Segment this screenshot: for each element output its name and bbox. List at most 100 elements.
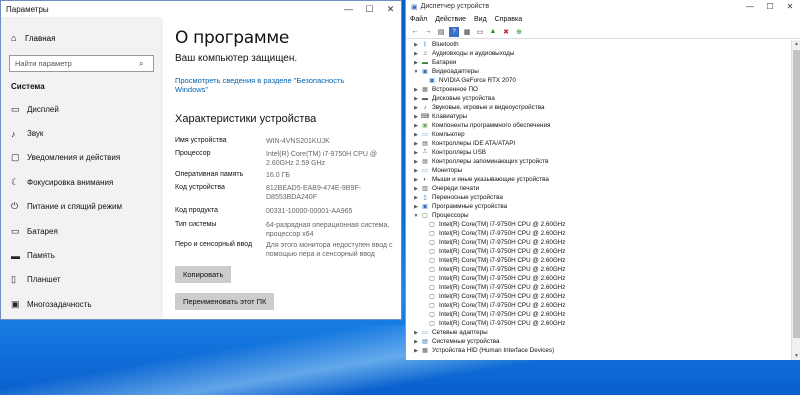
chevron-right-icon[interactable]: ▶ — [411, 132, 421, 138]
chevron-right-icon[interactable]: ▶ — [411, 330, 421, 336]
tree-category[interactable]: ▼ ▢ Процессоры — [406, 211, 800, 220]
close-button[interactable]: ✕ — [380, 1, 401, 17]
update-driver-icon[interactable]: ▲ — [488, 27, 498, 37]
minimize-button[interactable]: — — [338, 1, 359, 17]
scroll-up-icon[interactable]: ▲ — [792, 41, 800, 47]
chevron-right-icon[interactable]: ▶ — [411, 150, 421, 156]
sidebar-item[interactable]: ▭ Дисплей — [1, 97, 163, 121]
chevron-down-icon[interactable]: ▼ — [411, 213, 421, 219]
close-button[interactable]: ✕ — [780, 2, 800, 11]
chevron-right-icon[interactable]: ▶ — [411, 348, 421, 354]
tree-category[interactable]: ▶ ▬ Дисковые устройства — [406, 94, 800, 103]
tree-device[interactable]: ▢ Intel(R) Core(TM) i7-9750H CPU @ 2.60GH… — [406, 229, 800, 238]
tree-device[interactable]: ▢ Intel(R) Core(TM) i7-9750H CPU @ 2.60GH… — [406, 256, 800, 265]
scroll-down-icon[interactable]: ▼ — [792, 353, 800, 359]
chevron-right-icon[interactable]: ▶ — [411, 114, 421, 120]
menu-help[interactable]: Справка — [495, 16, 522, 23]
chevron-right-icon[interactable]: ▶ — [411, 60, 421, 66]
scroll-thumb[interactable] — [793, 50, 800, 338]
maximize-button[interactable]: ☐ — [359, 1, 380, 17]
monitor-icon: ▭ — [422, 168, 428, 174]
tree-category[interactable]: ▶ ▤ Контроллеры запоминающих устройств — [406, 157, 800, 166]
tree-device[interactable]: ▢ Intel(R) Core(TM) i7-9750H CPU @ 2.60GH… — [406, 283, 800, 292]
forward-icon[interactable]: → — [423, 27, 433, 37]
tree-category[interactable]: ▶ ▬ Батареи — [406, 58, 800, 67]
tree-category[interactable]: ▶ ▤ Контроллеры IDE ATA/ATAPI — [406, 139, 800, 148]
sidebar-item[interactable]: ▯ Планшет — [1, 268, 163, 292]
tree-category[interactable]: ▶ ▦ Встроенное ПО — [406, 85, 800, 94]
tree-device[interactable]: ▢ Intel(R) Core(TM) i7-9750H CPU @ 2.60GH… — [406, 310, 800, 319]
security-link[interactable]: Просмотреть сведения в разделе "Безопасн… — [175, 76, 375, 94]
sidebar-item[interactable]: ▢ Уведомления и действия — [1, 146, 163, 170]
menu-view[interactable]: Вид — [474, 16, 487, 23]
tree-device[interactable]: ▢ Intel(R) Core(TM) i7-9750H CPU @ 2.60GH… — [406, 247, 800, 256]
scan-icon[interactable]: ▦ — [462, 27, 472, 37]
chevron-right-icon[interactable]: ▶ — [411, 42, 421, 48]
chevron-right-icon[interactable]: ▶ — [411, 96, 421, 102]
chevron-right-icon[interactable]: ▶ — [411, 177, 421, 183]
tree-category[interactable]: ▶ ◐ Мыши и иные указывающие устройства — [406, 175, 800, 184]
tree-device[interactable]: ▢ Intel(R) Core(TM) i7-9750H CPU @ 2.60GH… — [406, 220, 800, 229]
tree-device[interactable]: ▣ NVIDIA GeForce RTX 2070 — [406, 76, 800, 85]
tree-label: Intel(R) Core(TM) i7-9750H CPU @ 2.60GHz — [439, 320, 566, 327]
tree-category[interactable]: ▶ ▤ Системные устройства — [406, 337, 800, 346]
tree-device[interactable]: ▢ Intel(R) Core(TM) i7-9750H CPU @ 2.60GH… — [406, 274, 800, 283]
chevron-right-icon[interactable]: ▶ — [411, 195, 421, 201]
tree-device[interactable]: ▢ Intel(R) Core(TM) i7-9750H CPU @ 2.60GH… — [406, 292, 800, 301]
tree-category[interactable]: ▶ ▥ Очереди печати — [406, 184, 800, 193]
chevron-right-icon[interactable]: ▶ — [411, 51, 421, 57]
tree-category[interactable]: ▼ ▣ Видеоадаптеры — [406, 67, 800, 76]
tree-category[interactable]: ▶ ▦ Устройства HID (Human Interface Device… — [406, 346, 800, 355]
back-icon[interactable]: ← — [410, 27, 420, 37]
help-icon[interactable]: ? — [449, 26, 459, 37]
sidebar-item[interactable]: ▣ Многозадачность — [1, 292, 163, 316]
properties-icon[interactable]: ▤ — [436, 27, 446, 37]
tree-category[interactable]: ▶ ᛒ Bluetooth — [406, 40, 800, 49]
tree-label: Intel(R) Core(TM) i7-9750H CPU @ 2.60GHz — [439, 257, 566, 264]
tree-device[interactable]: ▢ Intel(R) Core(TM) i7-9750H CPU @ 2.60GH… — [406, 238, 800, 247]
tree-device[interactable]: ▢ Intel(R) Core(TM) i7-9750H CPU @ 2.60GH… — [406, 301, 800, 310]
tree-device[interactable]: ▢ Intel(R) Core(TM) i7-9750H CPU @ 2.60GH… — [406, 265, 800, 274]
rename-pc-button[interactable]: Переименовать этот ПК — [175, 293, 275, 310]
tree-category[interactable]: ▶ ⎍ Контроллеры USB — [406, 148, 800, 157]
vertical-scrollbar[interactable]: ▲ ▼ — [791, 40, 800, 360]
sidebar-item[interactable]: ▭ Батарея — [1, 219, 163, 243]
menu-action[interactable]: Действие — [435, 16, 466, 23]
monitor-icon[interactable]: ▭ — [475, 27, 485, 37]
sidebar-item[interactable]: ▬ Память — [1, 243, 163, 267]
chevron-right-icon[interactable]: ▶ — [411, 141, 421, 147]
chevron-right-icon[interactable]: ▶ — [411, 87, 421, 93]
maximize-button[interactable]: ☐ — [760, 2, 780, 11]
tree-category[interactable]: ▶ ▯ Переносные устройства — [406, 193, 800, 202]
tree-device[interactable]: ▢ Intel(R) Core(TM) i7-9750H CPU @ 2.60GH… — [406, 319, 800, 328]
tree-category[interactable]: ▶ ♫ Аудиовходы и аудиовыходы — [406, 49, 800, 58]
tree-category[interactable]: ▶ ♪ Звуковые, игровые и видеоустройства — [406, 103, 800, 112]
chevron-right-icon[interactable]: ▶ — [411, 123, 421, 129]
chevron-right-icon[interactable]: ▶ — [411, 168, 421, 174]
keyboard-icon: ⌨ — [420, 114, 430, 120]
sidebar-item[interactable]: ⏻ Питание и спящий режим — [1, 195, 163, 219]
menu-file[interactable]: Файл — [410, 16, 427, 23]
chevron-right-icon[interactable]: ▶ — [411, 204, 421, 210]
sidebar-item[interactable]: ♪ Звук — [1, 121, 163, 145]
chevron-down-icon[interactable]: ▼ — [411, 69, 421, 75]
chevron-right-icon[interactable]: ▶ — [411, 159, 421, 165]
tree-category[interactable]: ▶ ▭ Сетевые адаптеры — [406, 328, 800, 337]
tree-category[interactable]: ▶ ▭ Компьютер — [406, 130, 800, 139]
tree-category[interactable]: ▶ ▣ Программные устройства — [406, 202, 800, 211]
tree-category[interactable]: ▶ ⌨ Клавиатуры — [406, 112, 800, 121]
uninstall-icon[interactable]: ✖ — [501, 27, 511, 37]
enable-icon[interactable]: ⊕ — [514, 27, 524, 37]
tree-category[interactable]: ▶ ▣ Компоненты программного обеспечения — [406, 121, 800, 130]
settings-search-input[interactable]: Найти параметр ⌕ — [9, 55, 154, 72]
tree-category[interactable]: ▶ ▭ Мониторы — [406, 166, 800, 175]
sidebar-home[interactable]: ⌂ Главная — [1, 27, 163, 49]
tree-label: Встроенное ПО — [432, 86, 478, 93]
chevron-right-icon[interactable]: ▶ — [411, 186, 421, 192]
copy-button[interactable]: Копировать — [175, 266, 232, 283]
chevron-right-icon[interactable]: ▶ — [411, 339, 421, 345]
sidebar-item[interactable]: ☾ Фокусировка внимания — [1, 170, 163, 194]
minimize-button[interactable]: — — [740, 2, 760, 11]
tree-label: Переносные устройства — [432, 194, 503, 201]
chevron-right-icon[interactable]: ▶ — [411, 105, 421, 111]
